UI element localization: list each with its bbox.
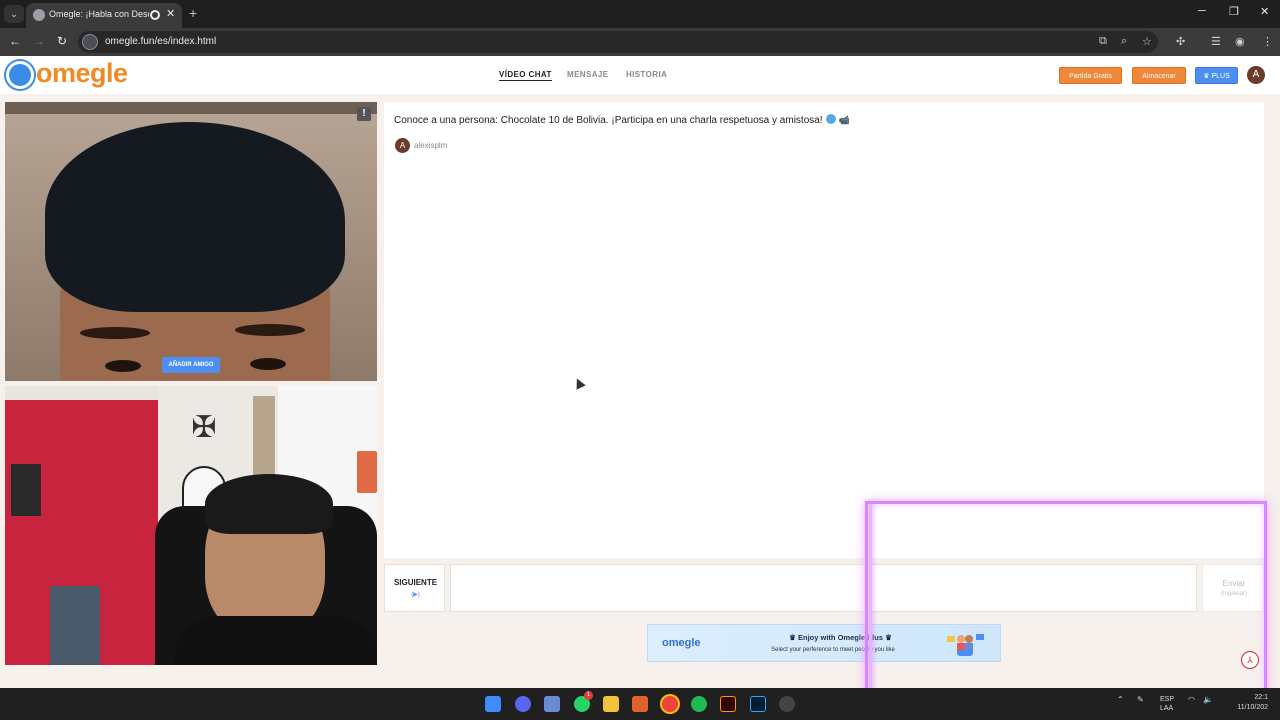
tab-title: Omegle: ¡Habla con Descon xyxy=(49,9,149,19)
banner-title: ♛ Enjoy with Omegle Plus ♛ xyxy=(789,633,892,642)
video-background xyxy=(5,102,377,114)
new-tab-button[interactable]: + xyxy=(189,5,197,21)
window-minimize-button[interactable]: ─ xyxy=(1198,5,1206,17)
discord-icon[interactable] xyxy=(515,696,531,712)
add-friend-button[interactable]: AÑADIR AMIGO xyxy=(162,357,220,373)
site-info-icon[interactable] xyxy=(82,34,98,50)
browser-tab-bar: ⌄ Omegle: ¡Habla con Descon ✕ + ─ ❐ ✕ xyxy=(0,0,1280,28)
video-eyebrow xyxy=(235,324,305,336)
tray-app-icon[interactable]: ✎ xyxy=(1137,695,1144,704)
browser-menu-icon[interactable]: ⋮ xyxy=(1262,35,1273,48)
system-message: Conoce a una persona: Chocolate 10 de Bo… xyxy=(394,114,850,126)
recording-indicator-icon xyxy=(150,10,160,20)
obs-icon[interactable] xyxy=(779,696,795,712)
omegle-logo-icon[interactable] xyxy=(6,61,34,89)
screen: ⌄ Omegle: ¡Habla con Descon ✕ + ─ ❐ ✕ ← … xyxy=(0,0,1280,720)
video-wall-art xyxy=(357,451,377,493)
globe-icon xyxy=(825,114,836,124)
window-close-button[interactable]: ✕ xyxy=(1260,5,1269,18)
site-header: omegle VÍDEO CHAT MENSAJE HISTORIA Parti… xyxy=(0,56,1280,94)
video-coat xyxy=(50,586,100,665)
free-game-button[interactable]: Partida Gratis xyxy=(1059,67,1122,84)
profile-icon[interactable]: ◉ xyxy=(1235,35,1245,48)
banner-logo: omegle xyxy=(662,637,701,649)
browser-tab[interactable]: Omegle: ¡Habla con Descon ✕ xyxy=(26,3,182,28)
web-page: omegle VÍDEO CHAT MENSAJE HISTORIA Parti… xyxy=(0,56,1280,720)
chat-user-avatar: A xyxy=(395,138,410,153)
chat-log: Conoce a una persona: Chocolate 10 de Bo… xyxy=(384,102,1264,558)
spotify-icon[interactable] xyxy=(691,696,707,712)
video-eye xyxy=(250,358,286,370)
photoshop-icon[interactable] xyxy=(750,696,766,712)
stranger-video: ! AÑADIR AMIGO xyxy=(5,102,377,381)
back-arrow-icon[interactable]: ← xyxy=(9,34,21,48)
browser-toolbar: ← → ↻ omegle.fun/es/index.html ⧉ ⌕ ☆ ✣ ☰… xyxy=(0,28,1280,56)
site-logo[interactable]: omegle xyxy=(36,58,128,89)
video-emblem-icon: ✠ xyxy=(191,411,217,444)
nav-message[interactable]: MENSAJE xyxy=(567,70,608,79)
forward-arrow-icon[interactable]: → xyxy=(33,34,45,48)
tab-search-button[interactable]: ⌄ xyxy=(4,5,24,23)
tab-close-icon[interactable]: ✕ xyxy=(166,7,175,20)
plus-button[interactable]: ♛ PLUS xyxy=(1195,67,1238,84)
banner-subtitle: Select your perference to meet people yo… xyxy=(771,647,895,653)
clock-date: 11/10/202 xyxy=(1237,704,1268,711)
zoom-icon[interactable]: ⌕ xyxy=(1121,35,1127,48)
file-explorer-icon[interactable] xyxy=(603,696,619,712)
tray-chevron-icon[interactable]: ⌃ xyxy=(1117,695,1124,704)
whatsapp-icon[interactable]: 1 xyxy=(574,691,593,712)
address-bar[interactable]: omegle.fun/es/index.html ⧉ ⌕ ☆ xyxy=(78,31,1158,53)
video-eye xyxy=(105,360,141,372)
video-wall-art xyxy=(11,464,41,516)
video-eyebrow xyxy=(80,327,150,339)
store-button[interactable]: Almacenar xyxy=(1132,67,1186,84)
media-controls-icon[interactable]: ☰ xyxy=(1211,35,1221,48)
volume-icon[interactable]: 🔈 xyxy=(1203,695,1213,704)
user-avatar[interactable]: A xyxy=(1247,66,1265,84)
send-button[interactable]: Enviar (Ingresar) xyxy=(1202,564,1264,612)
input-language-layout: LAA xyxy=(1160,705,1174,712)
pdf-extension-icon[interactable]: ⅄ xyxy=(1241,651,1259,669)
extensions-icon[interactable]: ✣ xyxy=(1176,35,1185,48)
clock-time: 22:1 xyxy=(1254,694,1268,701)
next-button-hint: (▶) xyxy=(411,592,420,598)
input-language-code: ESP xyxy=(1160,696,1175,703)
video-hair xyxy=(205,474,333,534)
install-app-icon[interactable]: ⧉ xyxy=(1099,35,1107,48)
main-content: ! AÑADIR AMIGO ✠ Conoce a una persona: C… xyxy=(0,94,1280,720)
self-video: ✠ xyxy=(5,386,377,665)
system-message-text: Conoce a una persona: Chocolate 10 de Bo… xyxy=(394,115,823,126)
app-icon[interactable] xyxy=(544,696,560,712)
video-camera-icon: 📹 xyxy=(838,115,850,125)
chat-user-name: alexisplm xyxy=(414,141,448,150)
os-taskbar: 1 ⌃ ✎ ESP LAA ◠ 🔈 22:1 11/10/202 xyxy=(0,688,1280,720)
windows-start-icon[interactable] xyxy=(485,696,501,712)
notification-badge: 1 xyxy=(584,691,593,700)
send-button-label: Enviar xyxy=(1222,579,1246,588)
send-button-hint: (Ingresar) xyxy=(1220,591,1247,597)
nav-history[interactable]: HISTORIA xyxy=(626,70,667,79)
next-button[interactable]: SIGUIENTE (▶) xyxy=(384,564,445,612)
chrome-icon[interactable] xyxy=(662,696,678,712)
address-url[interactable]: omegle.fun/es/index.html xyxy=(105,36,216,47)
illustrator-icon[interactable] xyxy=(720,696,736,712)
video-hair xyxy=(45,122,345,312)
next-button-label: SIGUIENTE xyxy=(393,578,438,587)
app-icon[interactable] xyxy=(632,696,648,712)
system-clock[interactable]: 22:1 11/10/202 xyxy=(1222,693,1268,713)
plus-banner[interactable]: omegle ♛ Enjoy with Omegle Plus ♛ Select… xyxy=(647,624,1001,662)
message-input[interactable] xyxy=(450,564,1197,612)
input-language[interactable]: ESP LAA xyxy=(1160,695,1174,713)
video-shirt xyxy=(175,616,377,665)
window-restore-button[interactable]: ❐ xyxy=(1229,5,1239,18)
bookmark-star-icon[interactable]: ☆ xyxy=(1142,35,1152,48)
tab-favicon-icon xyxy=(33,9,45,21)
people-illustration-icon xyxy=(947,634,984,656)
report-button[interactable]: ! xyxy=(357,107,371,121)
nav-video-chat[interactable]: VÍDEO CHAT xyxy=(499,70,552,81)
wifi-icon[interactable]: ◠ xyxy=(1188,695,1195,704)
mouse-cursor-icon xyxy=(572,376,586,390)
reload-icon[interactable]: ↻ xyxy=(57,34,67,48)
